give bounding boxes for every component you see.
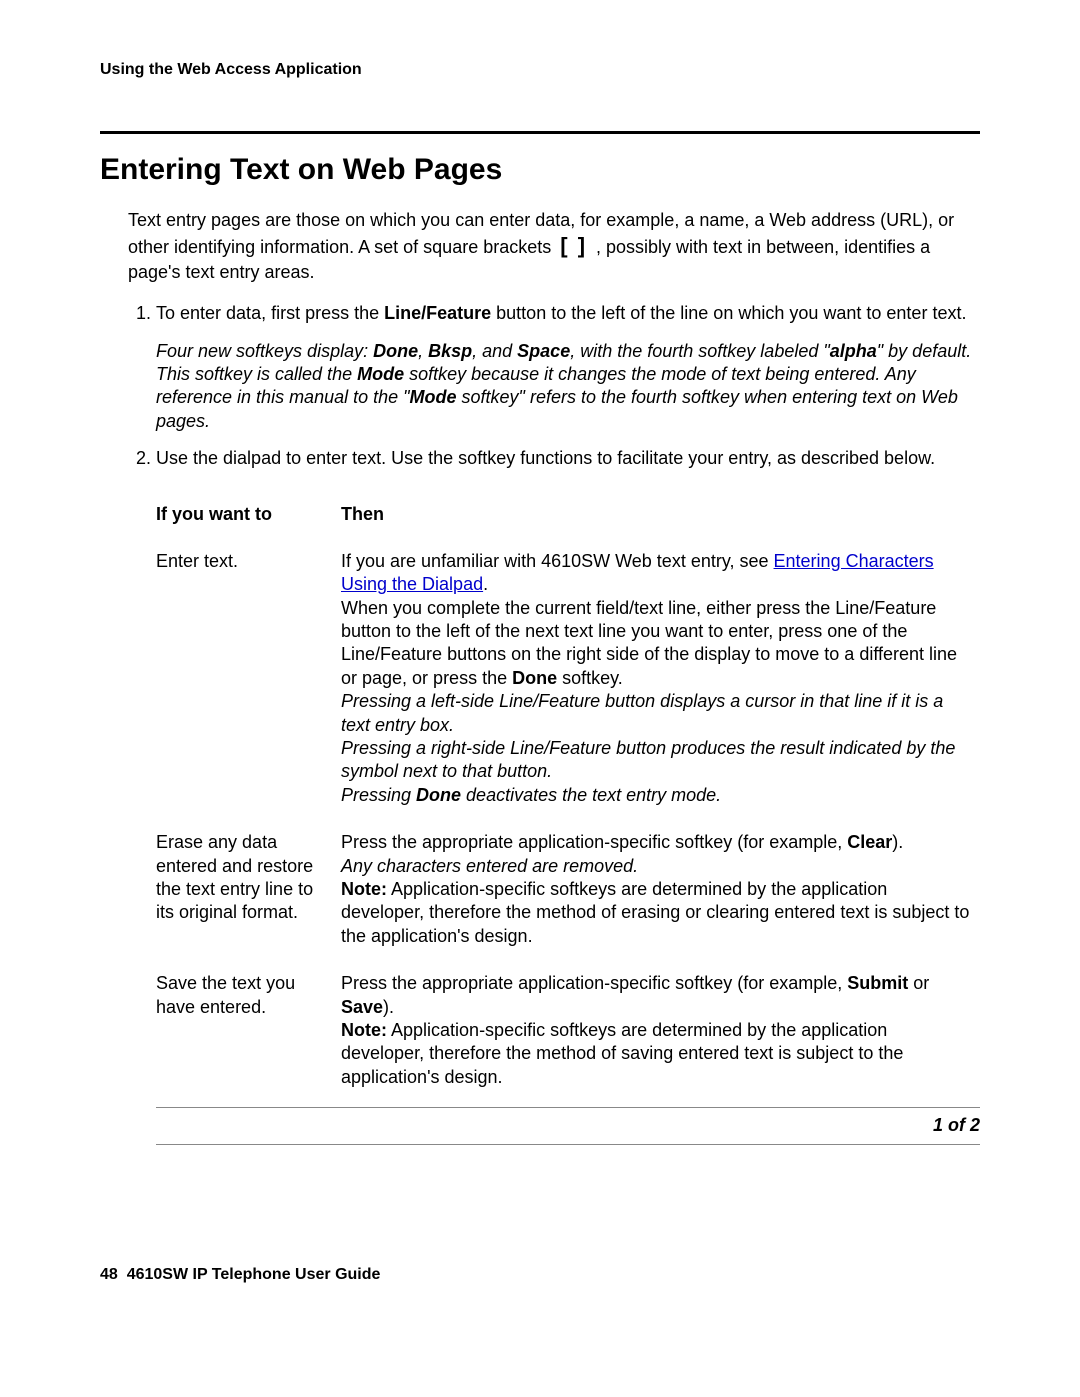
- row1-left: Enter text.: [156, 544, 341, 825]
- note-a: Four new softkeys display:: [156, 341, 373, 361]
- table-footer-row: 1 of 2: [156, 1108, 980, 1144]
- r1-i3b: Done: [416, 785, 461, 805]
- step1-text-a: To enter data, first press the: [156, 303, 384, 323]
- r3-note-text: Application-specific softkeys are determ…: [341, 1020, 903, 1087]
- row1-right: If you are unfamiliar with 4610SW Web te…: [341, 544, 980, 825]
- r2-clear: Clear: [847, 832, 892, 852]
- intro-paragraph: Text entry pages are those on which you …: [128, 209, 980, 284]
- col-header-then: Then: [341, 497, 980, 544]
- r3-note-label: Note:: [341, 1020, 387, 1040]
- note-mode2: Mode: [410, 387, 457, 407]
- note-bksp: Bksp: [428, 341, 472, 361]
- note-c1: ,: [418, 341, 428, 361]
- doc-title: 4610SW IP Telephone User Guide: [127, 1266, 381, 1283]
- note-alpha: alpha: [830, 341, 877, 361]
- row3-left: Save the text you have entered.: [156, 966, 341, 1107]
- note-c2: , and: [472, 341, 517, 361]
- table-pagination: 1 of 2: [156, 1108, 980, 1144]
- table-row: Enter text. If you are unfamiliar with 4…: [156, 544, 980, 825]
- r2-i1: Any characters entered are removed.: [341, 856, 638, 876]
- r1-p2c: softkey.: [557, 668, 623, 688]
- r2-p1a: Press the appropriate application-specif…: [341, 832, 847, 852]
- row2-left: Erase any data entered and restore the t…: [156, 825, 341, 966]
- page-footer: 48 4610SW IP Telephone User Guide: [100, 1265, 380, 1286]
- r1-i2: Pressing a right-side Line/Feature butto…: [341, 738, 955, 781]
- col-header-if: If you want to: [156, 497, 341, 544]
- step-1: To enter data, first press the Line/Feat…: [156, 302, 980, 433]
- steps-list: To enter data, first press the Line/Feat…: [128, 302, 980, 470]
- r3-save: Save: [341, 997, 383, 1017]
- step1-text-c: button to the left of the line on which …: [491, 303, 966, 323]
- note-b: , with the fourth softkey labeled ": [570, 341, 830, 361]
- brackets-icon: [ ]: [556, 233, 591, 258]
- r1-i3c: deactivates the text entry mode.: [461, 785, 721, 805]
- row3-right: Press the appropriate application-specif…: [341, 966, 980, 1107]
- r2-note-label: Note:: [341, 879, 387, 899]
- page-number: 48: [100, 1266, 118, 1283]
- running-head: Using the Web Access Application: [100, 60, 980, 81]
- step-2: Use the dialpad to enter text. Use the s…: [156, 447, 980, 470]
- page-title: Entering Text on Web Pages: [100, 150, 980, 189]
- r2-p1c: ).: [892, 832, 903, 852]
- step1-bold: Line/Feature: [384, 303, 491, 323]
- table-row: Save the text you have entered. Press th…: [156, 966, 980, 1107]
- horizontal-rule: [100, 131, 980, 134]
- r3-p1a: Press the appropriate application-specif…: [341, 973, 847, 993]
- note-space: Space: [517, 341, 570, 361]
- softkey-note: Four new softkeys display: Done, Bksp, a…: [156, 340, 980, 434]
- r1-i1: Pressing a left-side Line/Feature button…: [341, 691, 943, 734]
- r3-submit: Submit: [847, 973, 908, 993]
- r1-done: Done: [512, 668, 557, 688]
- r1-p1b: .: [483, 574, 488, 594]
- r1-i3a: Pressing: [341, 785, 416, 805]
- r3-p1c: or: [908, 973, 929, 993]
- r2-note-text: Application-specific softkeys are determ…: [341, 879, 969, 946]
- note-mode1: Mode: [357, 364, 404, 384]
- table-row: Erase any data entered and restore the t…: [156, 825, 980, 966]
- r1-p1: If you are unfamiliar with 4610SW Web te…: [341, 551, 774, 571]
- row2-right: Press the appropriate application-specif…: [341, 825, 980, 966]
- r1-p2a: When you complete the current field/text…: [341, 598, 957, 688]
- action-table: If you want to Then Enter text. If you a…: [156, 497, 980, 1145]
- r3-p1e: ).: [383, 997, 394, 1017]
- note-done: Done: [373, 341, 418, 361]
